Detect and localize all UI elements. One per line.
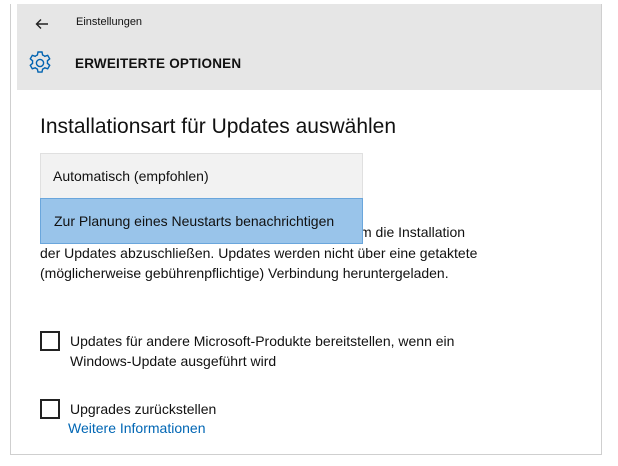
description-rest: der Updates abzuschließen. Updates werde… (40, 244, 478, 282)
other-products-option: Updates für andere Microsoft-Produkte be… (40, 331, 500, 371)
other-products-label: Updates für andere Microsoft-Produkte be… (70, 333, 455, 369)
more-info-link[interactable]: Weitere Informationen (68, 420, 205, 436)
defer-upgrades-label: Upgrades zurückstellen (70, 401, 217, 417)
dropdown-option-notify-restart[interactable]: Zur Planung eines Neustarts benachrichti… (40, 198, 363, 244)
page-title: ERWEITERTE OPTIONEN (75, 56, 242, 71)
install-type-heading: Installationsart für Updates auswählen (40, 115, 397, 138)
other-products-checkbox[interactable] (40, 331, 60, 351)
back-button[interactable] (31, 13, 53, 35)
dropdown-option-automatic[interactable]: Automatisch (empfohlen) (41, 154, 362, 198)
title-header-bar: Einstellungen ERWEITERTE OPTIONEN (17, 4, 601, 90)
gear-icon (29, 51, 51, 73)
install-type-dropdown-list[interactable]: Automatisch (empfohlen) Zur Planung eine… (40, 153, 363, 244)
defer-upgrades-checkbox[interactable] (40, 399, 60, 419)
back-arrow-icon (35, 19, 48, 29)
defer-upgrades-option: Upgrades zurückstellen (40, 399, 216, 419)
app-title: Einstellungen (76, 16, 143, 28)
settings-window: Einstellungen ERWEITERTE OPTIONEN Instal… (10, 4, 602, 455)
